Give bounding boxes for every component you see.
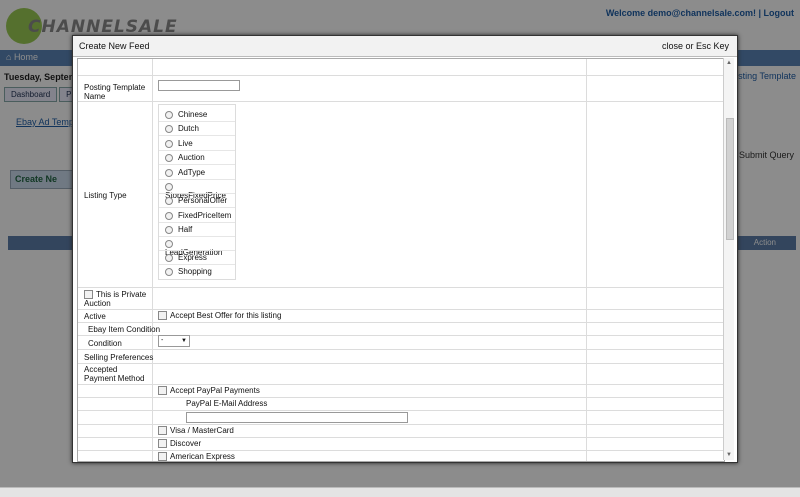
selling-preferences-label: Selling Preferences [84,353,154,362]
radio-icon [165,253,173,262]
radio-icon [165,211,173,220]
accept-best-offer-checkbox[interactable]: Accept Best Offer for this listing [158,311,282,321]
radio-icon [165,139,173,148]
radio-label: FixedPriceItem [178,211,232,220]
checkbox-icon [84,290,93,300]
condition-label: Condition [88,339,122,348]
radio-label: AdType [178,168,206,177]
condition-select-value: - [161,337,164,344]
form-row-divider [78,322,724,323]
visa-mastercard-checkbox[interactable]: Visa / MasterCard [158,426,234,436]
listing-type-express-radio[interactable]: Express [165,253,207,262]
listing-type-options: Chinese Dutch Live Auction AdType Stores… [158,104,236,280]
radio-label: Shopping [178,267,212,276]
form-row-divider [78,384,724,385]
american-express-label: American Express [170,452,235,461]
paypal-email-label: PayPal E-Mail Address [186,399,268,408]
radio-label: Express [178,253,207,262]
discover-label: Discover [170,439,202,448]
accept-best-offer-label: Accept Best Offer for this listing [170,311,282,320]
active-label: Active [84,312,106,321]
posting-template-name-input[interactable] [158,80,240,91]
listing-type-dutch-radio[interactable]: Dutch [165,124,199,133]
listing-type-adtype-radio[interactable]: AdType [165,168,205,177]
radio-icon [165,110,173,119]
form-row-divider [78,75,724,76]
private-auction-field[interactable]: This is Private Auction [84,290,150,308]
radio-label: Live [178,139,193,148]
radio-icon [165,182,173,191]
checkbox-icon [158,386,167,396]
checkbox-icon [158,439,167,449]
radio-icon [165,153,173,162]
option-divider [159,193,235,194]
listing-type-fixedpriceitem-radio[interactable]: FixedPriceItem [165,211,231,220]
radio-label: Dutch [178,124,199,133]
radio-label: Chinese [178,110,208,119]
option-divider [159,236,235,237]
option-divider [159,135,235,136]
scroll-up-icon[interactable]: ▲ [726,60,732,66]
ebay-item-condition-label: Ebay Item Condition [88,325,161,334]
create-feed-dialog: Create New Feed close or Esc Key Posting… [72,35,738,463]
listing-type-shopping-radio[interactable]: Shopping [165,267,212,276]
condition-select[interactable]: - ▼ [158,335,190,347]
accepted-payment-method-label: Accepted Payment Method [84,365,145,383]
radio-label: PersonalOffer [178,196,228,205]
option-divider [159,250,235,251]
discover-checkbox[interactable]: Discover [158,439,202,449]
chevron-down-icon: ▼ [181,338,187,344]
form-row-divider [78,450,724,451]
option-divider [159,150,235,151]
option-divider [159,222,235,223]
radio-icon [165,267,173,276]
form-row-divider [78,410,724,411]
form-row-divider [78,309,724,310]
checkbox-icon [158,426,167,436]
form-row-divider [78,287,724,288]
close-button[interactable]: close or Esc Key [662,41,729,51]
form-row-divider [78,397,724,398]
listing-type-label: Listing Type [84,191,127,200]
listing-type-personaloffer-radio[interactable]: PersonalOffer [165,196,227,205]
listing-type-live-radio[interactable]: Live [165,139,193,148]
radio-label: Auction [178,153,205,162]
form-row-divider [78,349,724,350]
form-row-divider [78,437,724,438]
option-divider [159,121,235,122]
dialog-title: Create New Feed [79,41,150,51]
radio-icon [165,168,173,177]
form-row-divider [78,363,724,364]
private-auction-label: This is Private Auction [84,290,147,309]
listing-type-auction-radio[interactable]: Auction [165,153,205,162]
option-divider [159,264,235,265]
form-row-divider [78,424,724,425]
form-content: Posting Template Name Listing Type Chine… [77,58,725,462]
radio-icon [165,124,173,133]
radio-icon [165,239,173,248]
posting-template-name-label: Posting Template Name [84,83,146,101]
radio-icon [165,225,173,234]
option-divider [159,207,235,208]
dialog-titlebar: Create New Feed close or Esc Key [73,36,737,57]
column-divider [586,59,587,461]
column-divider [152,59,153,461]
listing-type-half-radio[interactable]: Half [165,225,192,234]
radio-icon [165,196,173,205]
checkbox-icon [158,311,167,321]
dialog-vertical-scrollbar[interactable]: ▲ ▼ [723,58,734,460]
accept-paypal-checkbox[interactable]: Accept PayPal Payments [158,386,260,396]
scrollbar-thumb[interactable] [726,118,734,240]
form-row-divider [78,101,724,102]
option-divider [159,164,235,165]
listing-type-chinese-radio[interactable]: Chinese [165,110,207,119]
paypal-email-input[interactable] [186,412,408,423]
visa-mastercard-label: Visa / MasterCard [170,426,234,435]
option-divider [159,179,235,180]
checkbox-icon [158,452,167,461]
scroll-down-icon[interactable]: ▼ [726,452,732,458]
radio-label: Half [178,225,193,234]
american-express-checkbox[interactable]: American Express [158,452,235,461]
accept-paypal-label: Accept PayPal Payments [170,386,260,395]
